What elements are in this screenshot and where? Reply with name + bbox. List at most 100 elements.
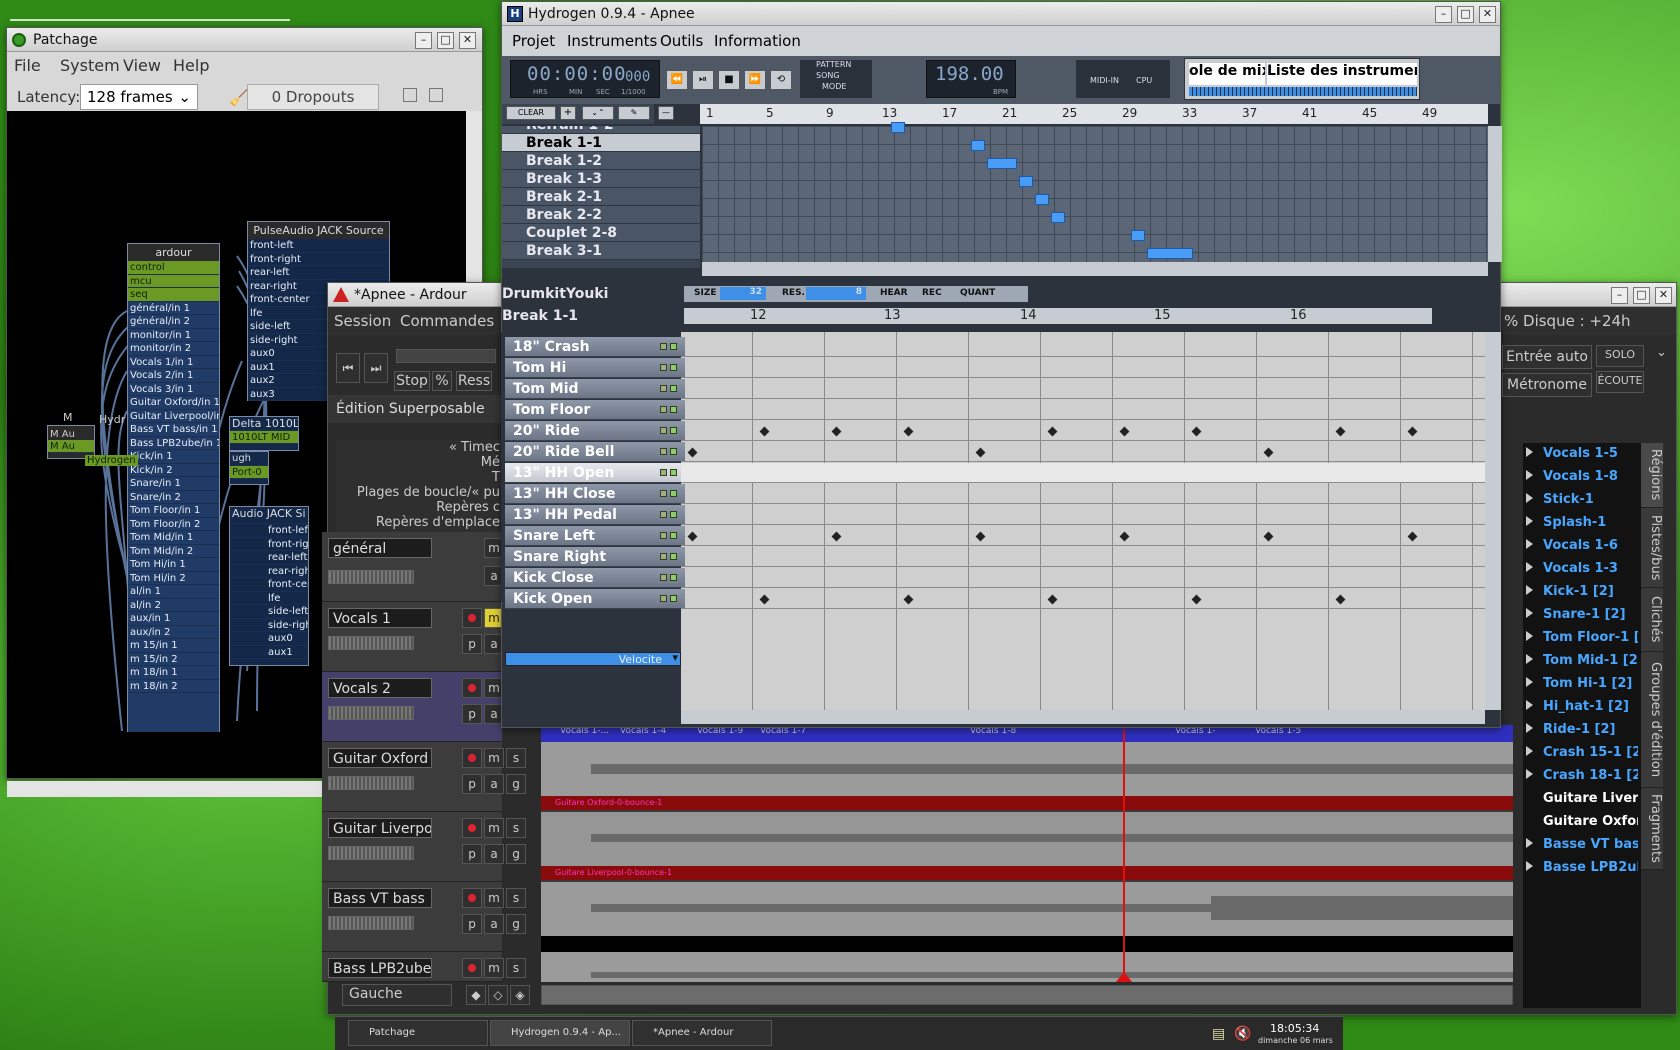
mute-led[interactable]: [660, 511, 667, 518]
clear-dropouts-icon[interactable]: 🧹: [229, 88, 249, 107]
port[interactable]: Tom Floor/in 1: [128, 504, 219, 518]
track-vocals-2[interactable]: Vocals 2 m p a: [322, 672, 504, 742]
port[interactable]: Vocals 2/in 1: [128, 369, 219, 383]
instrument-row-selected[interactable]: 13" HH Open: [505, 463, 685, 483]
instrument-row[interactable]: 13" HH Close: [505, 484, 685, 504]
track-guitar-oxford[interactable]: Guitar Oxford m s p a g: [322, 742, 526, 812]
drum-row[interactable]: [681, 589, 1485, 609]
menu-file[interactable]: File: [14, 52, 41, 80]
pattern-cell-active[interactable]: [1019, 176, 1033, 187]
goto-end-button[interactable]: ⏭: [364, 353, 388, 383]
goto-start-button[interactable]: ⏮: [336, 353, 360, 383]
loop-button[interactable]: ⟲: [770, 70, 792, 90]
expand-icon[interactable]: [1526, 585, 1533, 595]
mute-led[interactable]: [660, 427, 667, 434]
maximize-button[interactable]: □: [1457, 6, 1474, 23]
track-name[interactable]: général: [328, 538, 432, 558]
close-button[interactable]: ✕: [1479, 6, 1496, 23]
solo-led[interactable]: [670, 406, 677, 413]
solo-button[interactable]: SOLO: [1596, 345, 1644, 367]
group-button[interactable]: g: [506, 844, 526, 864]
add-pattern-button[interactable]: +: [560, 106, 576, 120]
region-item[interactable]: Vocals 1-6: [1526, 538, 1638, 561]
port[interactable]: front-left: [230, 524, 308, 538]
port[interactable]: front-cer: [230, 578, 308, 592]
playlist-button[interactable]: p: [462, 774, 482, 794]
size-value[interactable]: 32: [720, 287, 766, 300]
pattern-item[interactable]: Break 2-2: [502, 206, 700, 224]
automation-button[interactable]: a: [484, 844, 504, 864]
zoom-in-button[interactable]: ◆: [466, 985, 486, 1005]
port[interactable]: lfe: [230, 592, 308, 605]
taskbar-item-hydrogen[interactable]: Hydrogen 0.9.4 - Ap...: [490, 1020, 630, 1046]
track-bass-vt[interactable]: Bass VT bass m s p a g: [322, 882, 526, 952]
instrument-row[interactable]: 20" Ride: [505, 421, 685, 441]
timeline-hscrollbar[interactable]: [541, 985, 1513, 1005]
bpm-value[interactable]: 198.00: [935, 63, 1004, 85]
port[interactable]: al/in 1: [128, 585, 219, 599]
instrument-row[interactable]: 18" Crash: [505, 337, 685, 357]
rec-label[interactable]: REC: [922, 288, 942, 298]
mixer-tab-button[interactable]: ole de mix: [1189, 63, 1265, 85]
drum-row[interactable]: [681, 547, 1485, 567]
delta-box[interactable]: Delta 1010LT 1010LT MID: [229, 416, 299, 451]
zoom-full-icon[interactable]: [429, 88, 443, 102]
gain-fader[interactable]: [328, 846, 414, 860]
port[interactable]: M Au: [48, 439, 94, 453]
instrument-row[interactable]: Snare Left: [505, 526, 685, 546]
port[interactable]: Kick/in 2: [128, 464, 219, 477]
region-item[interactable]: Kick-1 [2]: [1526, 584, 1638, 607]
minimize-button[interactable]: –: [415, 32, 432, 49]
instrument-row[interactable]: 20" Ride Bell: [505, 442, 685, 462]
midi-box[interactable]: M Au M Au: [47, 425, 95, 459]
port[interactable]: Tom Floor/in 2: [128, 518, 219, 531]
port[interactable]: m 15/in 2: [128, 653, 219, 666]
gain-fader[interactable]: [328, 636, 414, 650]
expand-icon[interactable]: [1526, 608, 1533, 618]
ardour-client-box[interactable]: ardour control mcu seq général/in 1 géné…: [127, 243, 220, 732]
tab-regions[interactable]: Régions: [1641, 443, 1663, 508]
record-arm-button[interactable]: [462, 818, 482, 838]
region-item[interactable]: Splash-1: [1526, 515, 1638, 538]
solo-led[interactable]: [670, 574, 677, 581]
port[interactable]: Tom Mid/in 2: [128, 545, 219, 558]
region-item[interactable]: Basse LPB2ube: [1526, 860, 1638, 883]
menu-help[interactable]: Help: [173, 52, 209, 80]
menu-session[interactable]: Session: [334, 307, 391, 335]
mute-button[interactable]: m: [484, 818, 504, 838]
draw-tool-button[interactable]: ✎: [618, 106, 650, 120]
instrument-row[interactable]: Kick Close: [505, 568, 685, 588]
menu-commandes[interactable]: Commandes: [400, 307, 494, 335]
song-vscrollbar[interactable]: [1488, 126, 1502, 262]
region-item[interactable]: Guitare Liverpo: [1526, 791, 1638, 814]
port[interactable]: Tom Hi/in 1: [128, 558, 219, 572]
region-item[interactable]: Vocals 1-5: [1526, 446, 1638, 469]
port[interactable]: Bass LPB2ube/in 1: [128, 437, 219, 450]
port[interactable]: Port-0: [230, 465, 268, 479]
edit-mode-selector[interactable]: Édition Superposable: [328, 395, 508, 423]
instrument-row[interactable]: Tom Floor: [505, 400, 685, 420]
port[interactable]: Bass VT bass/in 1: [128, 423, 219, 437]
tab-tracks-bus[interactable]: Pistes/bus: [1641, 508, 1663, 588]
drum-row-selected[interactable]: [681, 463, 1485, 483]
menu-projet[interactable]: Projet: [512, 26, 555, 56]
expand-icon[interactable]: [1526, 746, 1533, 756]
track-general[interactable]: général m a: [322, 532, 504, 602]
region-item[interactable]: Guitare Oxford: [1526, 814, 1638, 837]
pattern-vscrollbar[interactable]: [1485, 332, 1501, 710]
port[interactable]: monitor/in 1: [128, 329, 219, 342]
region-item[interactable]: Hi_hat-1 [2]: [1526, 699, 1638, 722]
res-value[interactable]: 8: [806, 287, 866, 300]
port[interactable]: front-left: [248, 239, 389, 253]
pattern-item[interactable]: Break 3-1: [502, 242, 700, 260]
close-button[interactable]: ✕: [459, 32, 476, 49]
region-item[interactable]: Crash 15-1 [2]: [1526, 745, 1638, 768]
pattern-hscrollbar[interactable]: [681, 710, 1485, 724]
menu-view[interactable]: View: [123, 52, 161, 80]
track-name[interactable]: Bass LPB2ube: [328, 958, 432, 978]
pattern-item[interactable]: Refrain 1-2: [502, 126, 700, 134]
stop-button[interactable]: ■: [718, 70, 740, 90]
port[interactable]: m 18/in 2: [128, 680, 219, 693]
rewind-button[interactable]: ⏪: [666, 70, 688, 90]
track-name[interactable]: Guitar Liverpo: [328, 818, 432, 838]
